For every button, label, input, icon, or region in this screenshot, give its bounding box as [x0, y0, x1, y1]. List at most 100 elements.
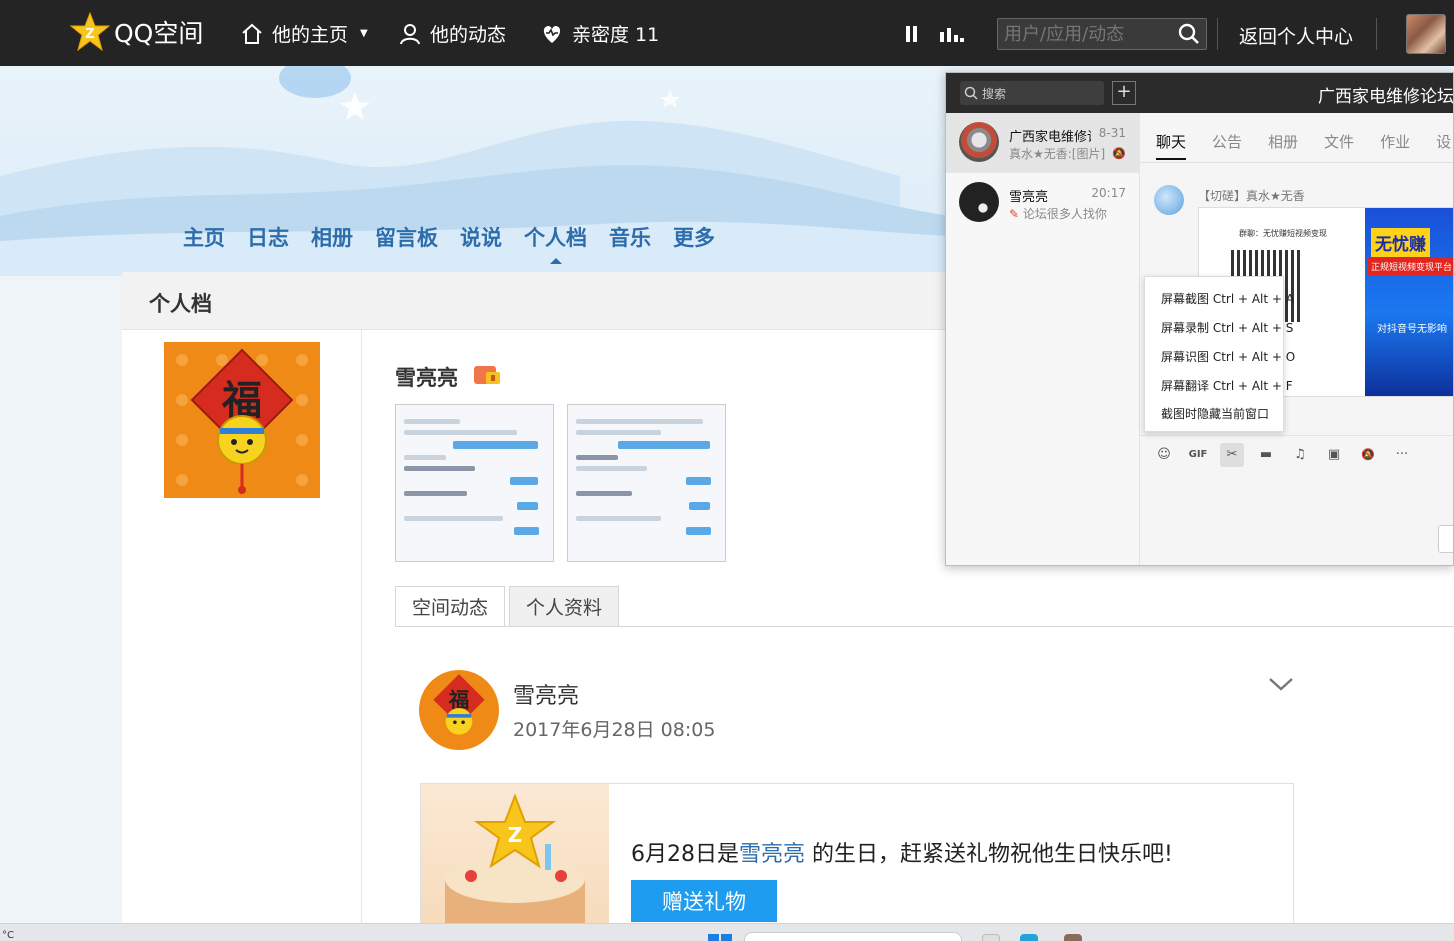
search-icon[interactable]	[1178, 23, 1200, 45]
search-icon	[964, 86, 978, 100]
send-button[interactable]	[1438, 525, 1453, 553]
nav-shuoshuo[interactable]: 说说	[460, 222, 502, 252]
menu-item-screenshot[interactable]: 屏幕截图 Ctrl + Alt + A	[1161, 290, 1294, 307]
user-icon	[400, 23, 420, 44]
sender-avatar[interactable]	[1154, 185, 1184, 215]
left-column: 福	[122, 330, 362, 941]
contact-name: 雪亮亮	[1009, 190, 1049, 205]
vip-gift-icon[interactable]	[472, 358, 502, 386]
feed-author-name[interactable]: 雪亮亮	[513, 678, 579, 710]
return-personal-center-link[interactable]: 返回个人中心	[1239, 22, 1353, 49]
menu-item-screen-record[interactable]: 屏幕录制 Ctrl + Alt + S	[1161, 319, 1293, 336]
app-icon[interactable]	[1064, 934, 1082, 941]
taskview-icon[interactable]	[982, 934, 1000, 941]
nav-music[interactable]: 音乐	[609, 222, 651, 252]
send-gift-button[interactable]: 赠送礼物	[631, 880, 777, 922]
logo-text: QQ空间	[114, 19, 204, 48]
menu-item-screen-recognize[interactable]: 屏幕识图 Ctrl + Alt + O	[1161, 348, 1295, 365]
qq-search-box[interactable]: 搜索	[960, 81, 1104, 105]
pencil-icon: ✎	[1009, 207, 1020, 221]
svg-text:Z: Z	[508, 823, 523, 847]
user-avatar[interactable]	[1406, 14, 1446, 54]
birthday-suffix: 的生日，赶紧送礼物祝他生日快乐吧!	[805, 842, 1173, 867]
scissors-icon[interactable]: ✂	[1220, 443, 1244, 467]
taskbar-search-box[interactable]	[744, 932, 962, 941]
birthday-name-link[interactable]: 雪亮亮	[739, 842, 805, 867]
feed-avatar[interactable]: 福	[419, 670, 499, 750]
fu-avatar-image: 福	[419, 670, 499, 750]
intimacy-link[interactable]: 亲密度 11	[540, 20, 659, 47]
tab-announcement[interactable]: 公告	[1212, 131, 1242, 160]
nav-guestbook[interactable]: 留言板	[375, 222, 438, 252]
nav-home[interactable]: 主页	[183, 222, 225, 252]
divider	[1217, 18, 1218, 50]
tab-settings[interactable]: 设	[1436, 131, 1451, 160]
menu-item-hide-window[interactable]: 截图时隐藏当前窗口	[1161, 405, 1269, 422]
bell-off-icon[interactable]: 🔕	[1356, 443, 1380, 467]
emoji-icon[interactable]: ☺	[1152, 443, 1176, 467]
tab-chat[interactable]: 聊天	[1156, 131, 1187, 160]
profile-avatar[interactable]: 福	[164, 342, 320, 498]
music-icon[interactable]: ♫	[1288, 443, 1312, 467]
folder-icon[interactable]: ▬	[1254, 443, 1278, 467]
contact-item[interactable]: 广西家电维修论坛 8-31 真水★无香:[图片] 🔕	[946, 113, 1140, 173]
photo-thumbnail[interactable]	[395, 404, 554, 562]
tab-divider	[1140, 162, 1453, 163]
input-divider	[1140, 435, 1453, 436]
tab-space-feed[interactable]: 空间动态	[395, 586, 506, 626]
edge-icon[interactable]	[1020, 934, 1038, 941]
tab-homework[interactable]: 作业	[1380, 131, 1410, 160]
qzone-logo[interactable]: Z QQ空间	[70, 12, 203, 52]
birthday-cake-image: Z	[421, 784, 609, 940]
more-icon[interactable]: ···	[1390, 443, 1414, 467]
tab-album[interactable]: 相册	[1268, 131, 1298, 160]
ad-title: 无忧赚	[1371, 228, 1430, 257]
pause-icon[interactable]	[904, 26, 920, 42]
nav-profile[interactable]: 个人档	[524, 222, 587, 264]
tabs-divider	[395, 626, 1454, 627]
his-homepage-label: 他的主页	[272, 24, 349, 46]
home-icon	[242, 23, 262, 44]
qq-contact-list: 搜索 + 广西家电维修论坛 8-31 真水★无香:[图片] 🔕 雪亮亮 20:1…	[946, 73, 1140, 565]
contact-item[interactable]: 雪亮亮 20:17 ✎ 论坛很多人找你	[946, 173, 1140, 233]
top-search-input[interactable]	[998, 19, 1168, 49]
his-homepage-link[interactable]: 他的主页 ▼	[240, 20, 368, 47]
top-search-box	[997, 18, 1207, 50]
main-nav: 主页 日志 相册 留言板 说说 个人档 音乐 更多	[183, 222, 715, 264]
qq-chat-tabs: 聊天 公告 相册 文件 作业 设	[1156, 131, 1451, 160]
windows-start-icon[interactable]	[708, 934, 732, 941]
screenshot-context-menu: 屏幕截图 Ctrl + Alt + A 屏幕录制 Ctrl + Alt + S …	[1144, 276, 1295, 432]
profile-tabs: 空间动态 个人资料	[395, 586, 620, 626]
gif-icon[interactable]: GIF	[1186, 443, 1210, 467]
qq-input-toolbar: ☺ GIF ✂ ▬ ♫ ▣ 🔕 ···	[1152, 443, 1414, 467]
contact-last-message: 真水★无香:[图片]	[1009, 147, 1106, 161]
chevron-down-icon[interactable]	[1268, 674, 1294, 694]
contact-time: 20:17	[1091, 186, 1126, 200]
menu-item-screen-translate[interactable]: 屏幕翻译 Ctrl + Alt + F	[1161, 377, 1293, 394]
weather-temp[interactable]: °C	[2, 930, 14, 941]
caret-down-icon: ▼	[360, 28, 368, 39]
birthday-message: 6月28日是雪亮亮 的生日，赶紧送礼物祝他生日快乐吧!	[631, 836, 1173, 868]
feed-timestamp: 2017年6月28日 08:05	[513, 719, 716, 741]
equalizer-icon[interactable]	[940, 26, 964, 42]
his-feed-label: 他的动态	[430, 24, 507, 46]
nav-more[interactable]: 更多	[673, 222, 715, 252]
contact-last-message: ✎ 论坛很多人找你	[1009, 205, 1107, 222]
image-group-text: 群聊：无忧赚短视频变现	[1239, 229, 1327, 238]
nav-blog[interactable]: 日志	[247, 222, 289, 252]
his-feed-link[interactable]: 他的动态	[398, 20, 506, 47]
photo-thumbnail[interactable]	[567, 404, 726, 562]
qq-chat-header: 广西家电维修论坛	[1140, 73, 1454, 113]
contact-avatar	[959, 182, 999, 222]
birthday-card: Z 6月28日是雪亮亮 的生日，赶紧送礼物祝他生日快乐吧! 赠送礼物	[420, 783, 1294, 941]
nav-album[interactable]: 相册	[311, 222, 353, 252]
image-icon[interactable]: ▣	[1322, 443, 1346, 467]
add-icon[interactable]: +	[1112, 81, 1136, 105]
qq-chat-title: 广西家电维修论坛	[1318, 87, 1454, 107]
tab-personal-info[interactable]: 个人资料	[509, 586, 620, 626]
os-taskbar: °C	[0, 923, 1454, 941]
tab-files[interactable]: 文件	[1324, 131, 1354, 160]
group-avatar	[959, 122, 999, 162]
profile-username: 雪亮亮	[395, 366, 458, 390]
section-title: 个人档	[149, 292, 212, 316]
